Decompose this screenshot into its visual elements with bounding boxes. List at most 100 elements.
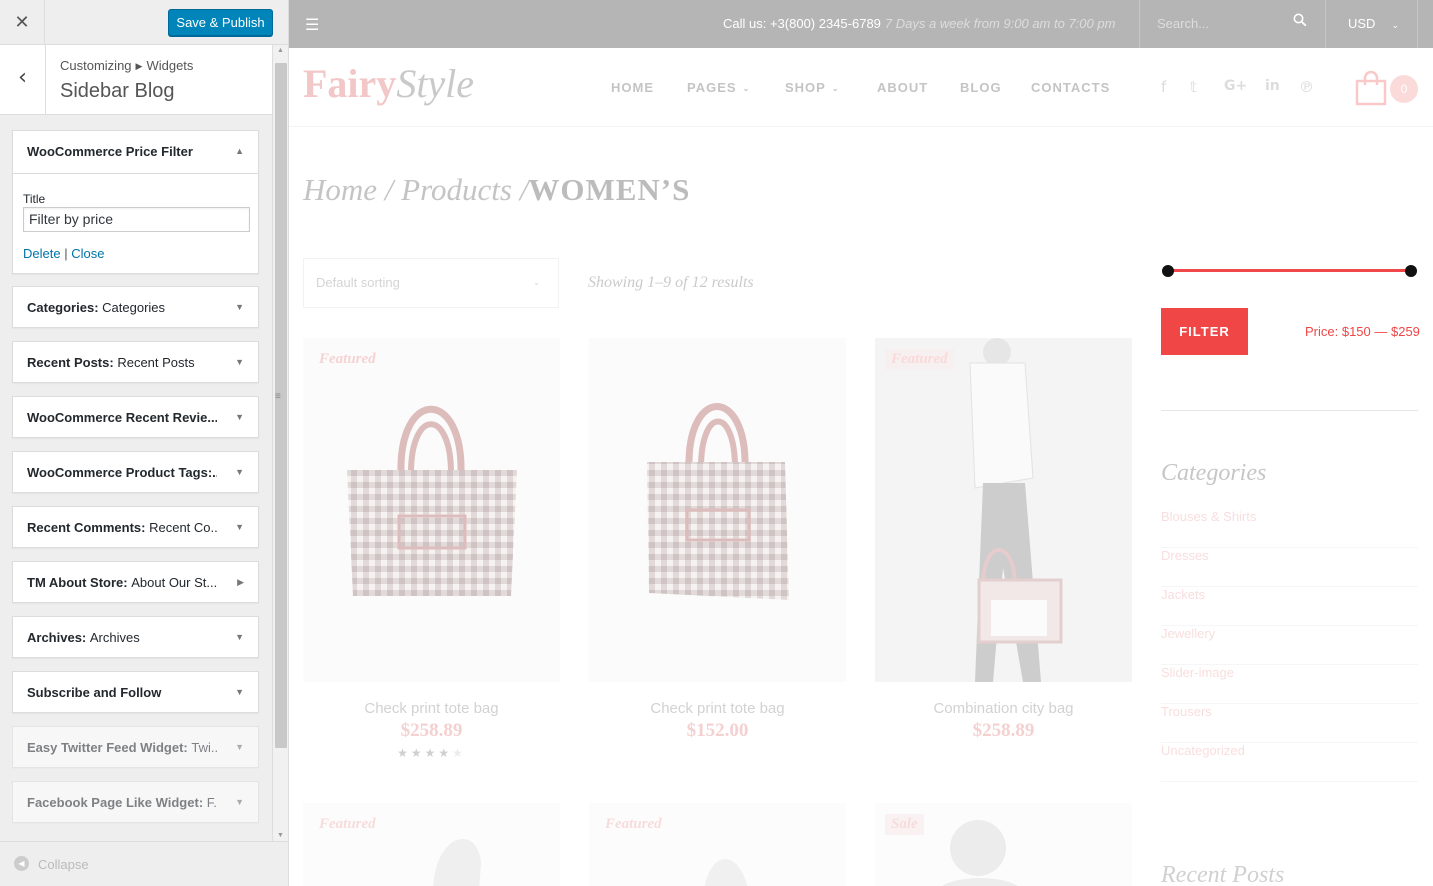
widget-title[interactable]: WooCommerce Price Filter <box>27 131 217 172</box>
header-divider <box>289 126 1433 127</box>
category-link[interactable]: Slider-image <box>1161 665 1418 704</box>
search-input[interactable]: Search... <box>1157 16 1209 31</box>
scroll-up-icon[interactable]: ▲ <box>277 47 284 54</box>
widget-title: TM About Store: About Our St... <box>27 562 217 603</box>
product-image[interactable]: Featured <box>303 338 560 682</box>
product-name[interactable]: Check print tote bag <box>589 700 846 717</box>
widget-item[interactable]: Subscribe and Follow ▼ <box>12 671 259 713</box>
widget-item[interactable]: Easy Twitter Feed Widget: Twi... ▼ <box>12 726 259 768</box>
widget-item[interactable]: WooCommerce Recent Revie... ▼ <box>12 396 259 438</box>
widget-name: Recent Comments <box>27 520 142 535</box>
category-link[interactable]: Dresses <box>1161 548 1418 587</box>
caret-down-icon[interactable]: ▼ <box>235 397 244 438</box>
caret-down-icon[interactable]: ▼ <box>235 782 244 823</box>
hours-text: 7 Days a week from 9:00 am to 7:00 pm <box>884 16 1116 31</box>
product-card[interactable]: Featured Combination city bag $258.89 <box>875 338 1132 742</box>
widget-subtitle: Recent Co... <box>149 520 217 535</box>
currency-select[interactable]: USD ⌄ <box>1348 16 1399 31</box>
hamburger-menu-icon[interactable]: ☰ <box>305 15 319 35</box>
twitter-icon[interactable]: 𝕥 <box>1190 78 1197 96</box>
widget-subtitle: Archives <box>89 630 140 645</box>
category-link[interactable]: Blouses & Shirts <box>1161 509 1418 548</box>
widget-form: Title Filter by price Delete | Close <box>13 173 258 274</box>
product-card[interactable]: Check print tote bag $152.00 <box>589 338 846 742</box>
widget-item[interactable]: Recent Comments: Recent Co... ▼ <box>12 506 259 548</box>
logo-part2: Style <box>396 61 475 106</box>
pinterest-icon[interactable]: ℗ <box>1299 78 1314 96</box>
widget-item[interactable]: TM About Store: About Our St... ▶ <box>12 561 259 603</box>
site-logo[interactable]: FairyStyle <box>303 60 474 107</box>
collapse-button[interactable]: Collapse <box>38 857 89 872</box>
caret-down-icon[interactable]: ▼ <box>235 452 244 493</box>
sidebar-scrollbar[interactable]: ▲ ≡ ▼ <box>272 45 288 841</box>
google-plus-icon[interactable]: G+ <box>1224 78 1247 94</box>
sorting-select[interactable]: Default sorting ⌄ <box>303 258 559 308</box>
breadcrumb-home[interactable]: Home <box>303 172 377 207</box>
price-slider-range[interactable] <box>1168 269 1411 272</box>
scroll-thumb[interactable] <box>275 63 287 748</box>
back-arrow-icon[interactable]: ‹ <box>0 45 46 115</box>
widget-item[interactable]: Archives: Archives ▼ <box>12 616 259 658</box>
filter-button[interactable]: FILTER <box>1161 308 1248 355</box>
collapse-icon[interactable]: ◀ <box>14 856 29 871</box>
star-icon: ★ <box>452 746 466 760</box>
nav-blog[interactable]: BLOG <box>960 80 1002 95</box>
close-icon[interactable]: ✕ <box>0 0 45 45</box>
nav-pages[interactable]: PAGES ⌄ <box>687 80 750 95</box>
product-card[interactable]: Featured <box>303 803 560 886</box>
nav-shop[interactable]: SHOP ⌄ <box>785 80 840 95</box>
linkedin-icon[interactable]: in <box>1265 78 1280 94</box>
widget-item[interactable]: Categories: Categories ▼ <box>12 286 259 328</box>
caret-up-icon[interactable]: ▲ <box>235 131 244 172</box>
category-link[interactable]: Jewellery <box>1161 626 1418 665</box>
star-icon: ★ <box>397 746 411 760</box>
product-image[interactable] <box>589 338 846 682</box>
breadcrumb-products[interactable]: Products <box>401 172 512 207</box>
customizer-header: ✕ Save & Publish <box>0 0 288 45</box>
product-image[interactable]: Featured <box>875 338 1132 682</box>
caret-down-icon[interactable]: ▼ <box>235 617 244 658</box>
model-with-bag-image <box>969 338 1063 682</box>
divider <box>1139 0 1140 48</box>
widget-item[interactable]: WooCommerce Product Tags:... ▼ <box>12 451 259 493</box>
product-card[interactable]: Featured <box>589 803 846 886</box>
price-slider-min-handle[interactable] <box>1162 265 1174 277</box>
facebook-icon[interactable]: f <box>1161 78 1166 96</box>
widget-title: Archives: Archives <box>27 617 217 658</box>
category-link[interactable]: Trousers <box>1161 704 1418 743</box>
caret-right-icon[interactable]: ▶ <box>237 562 244 603</box>
recent-posts-heading: Recent Posts <box>1161 862 1285 886</box>
nav-home[interactable]: HOME <box>611 80 654 95</box>
customizer-footer: ◀ Collapse <box>0 841 288 886</box>
delete-link[interactable]: Delete <box>23 246 61 261</box>
widget-item[interactable]: Facebook Page Like Widget: F... ▼ <box>12 781 259 823</box>
title-field[interactable]: Filter by price <box>23 207 250 232</box>
caret-down-icon[interactable]: ▼ <box>235 507 244 548</box>
caret-down-icon[interactable]: ▼ <box>235 342 244 383</box>
nav-about[interactable]: ABOUT <box>877 80 928 95</box>
category-link[interactable]: Jackets <box>1161 587 1418 626</box>
product-card[interactable]: Featured Check print tote bag $258.89 ★★… <box>303 338 560 760</box>
widget-title: Facebook Page Like Widget: F... <box>27 782 217 823</box>
save-publish-button[interactable]: Save & Publish <box>168 9 273 36</box>
widget-name-separator: : <box>141 520 150 535</box>
scroll-down-icon[interactable]: ▼ <box>277 832 284 839</box>
category-link[interactable]: Uncategorized <box>1161 743 1418 782</box>
nav-contacts[interactable]: CONTACTS <box>1031 80 1110 95</box>
close-link[interactable]: Close <box>71 246 104 261</box>
search-icon[interactable] <box>1293 13 1307 30</box>
result-count: Showing 1–9 of 12 results <box>588 274 754 291</box>
cart-count-badge: 0 <box>1390 75 1418 103</box>
product-name[interactable]: Check print tote bag <box>303 700 560 717</box>
product-card[interactable]: Sale <box>875 803 1132 886</box>
shopping-bag-icon[interactable] <box>1355 70 1389 106</box>
caret-down-icon[interactable]: ▼ <box>235 727 244 768</box>
chevron-down-icon: ⌄ <box>533 278 540 287</box>
widget-item[interactable]: Recent Posts: Recent Posts ▼ <box>12 341 259 383</box>
price-slider-max-handle[interactable] <box>1405 265 1417 277</box>
tote-bag-image <box>347 405 517 596</box>
widget-name: Archives <box>27 630 82 645</box>
caret-down-icon[interactable]: ▼ <box>235 672 244 713</box>
caret-down-icon[interactable]: ▼ <box>235 287 244 328</box>
product-name[interactable]: Combination city bag <box>875 700 1132 717</box>
